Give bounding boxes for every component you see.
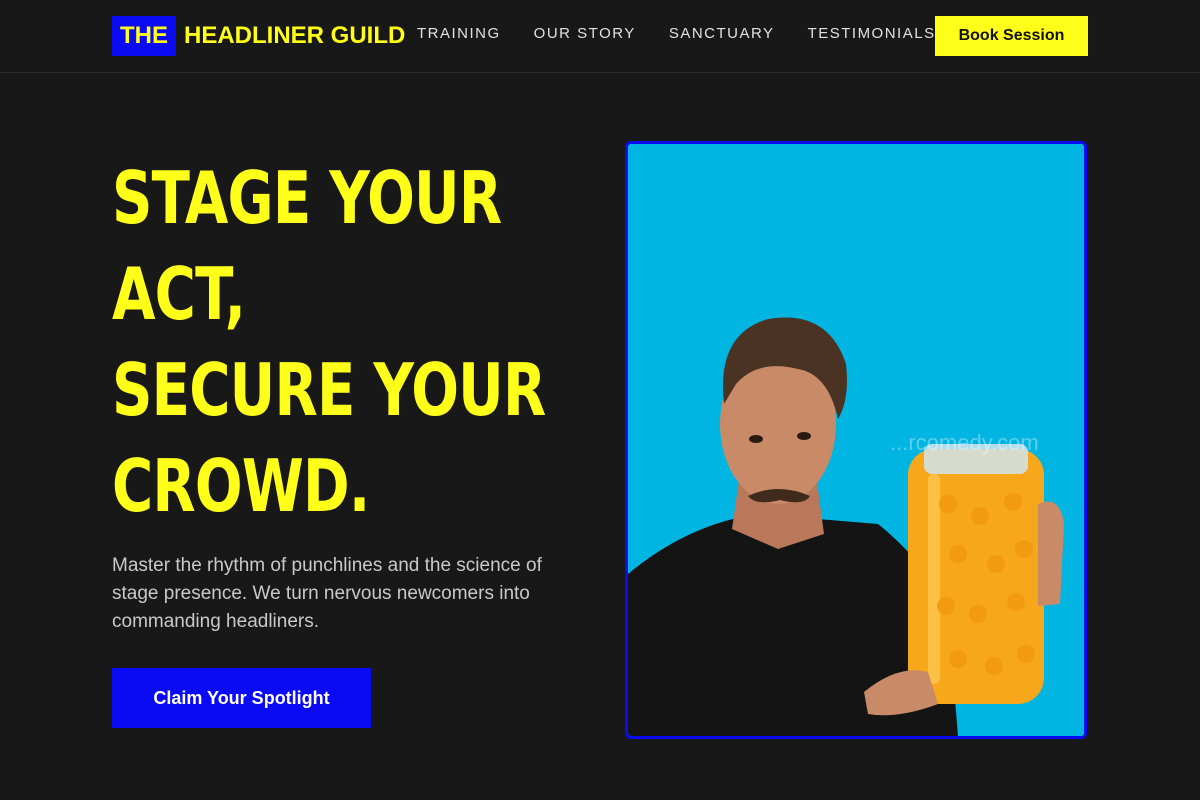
book-session-button[interactable]: Book Session bbox=[935, 16, 1088, 56]
nav-testimonials[interactable]: TESTIMONIALS bbox=[808, 25, 936, 42]
headline-line-4: CROWD. bbox=[112, 444, 370, 528]
hero-subtext: Master the rhythm of punchlines and the … bbox=[112, 555, 542, 632]
headline-line-1: STAGE YOUR bbox=[112, 156, 502, 240]
image-watermark: ...rcomedy.com bbox=[890, 430, 1039, 455]
logo-box: THE bbox=[112, 16, 176, 56]
claim-spotlight-button[interactable]: Claim Your Spotlight bbox=[112, 668, 371, 728]
headline-line-3: SECURE YOUR bbox=[112, 348, 546, 432]
nav-our-story[interactable]: OUR STORY bbox=[534, 25, 636, 42]
site-header: THE HEADLINER GUILD TRAINING OUR STORY S… bbox=[0, 0, 1200, 73]
headline-line-2: ACT, bbox=[112, 252, 246, 336]
logo-text: HEADLINER GUILD bbox=[184, 22, 406, 49]
main-nav: TRAINING OUR STORY SANCTUARY TESTIMONIAL… bbox=[417, 25, 969, 42]
site-logo[interactable]: THE HEADLINER GUILD bbox=[112, 16, 405, 56]
hero-headline: STAGE YOUR ACT, SECURE YOUR CROWD. bbox=[112, 150, 596, 534]
nav-sanctuary[interactable]: SANCTUARY bbox=[669, 25, 775, 42]
hero-photo: ...rcomedy.com bbox=[625, 141, 1087, 739]
nav-training[interactable]: TRAINING bbox=[417, 25, 501, 42]
